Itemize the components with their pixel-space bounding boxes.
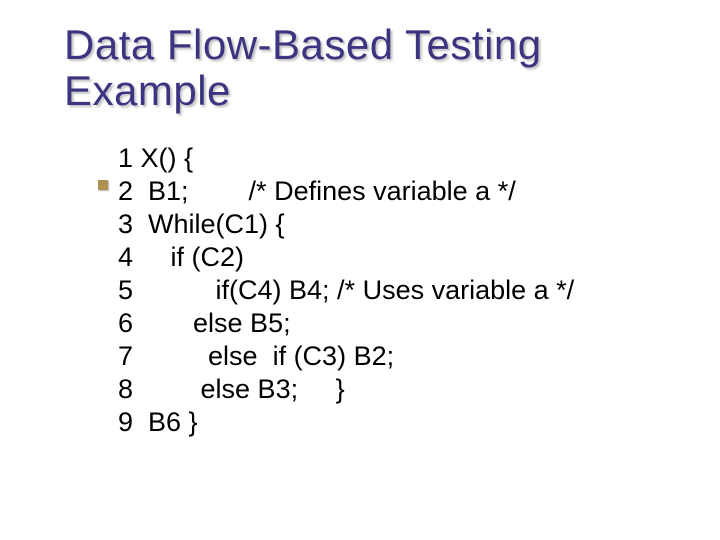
slide-title-line2: Example	[64, 68, 672, 114]
code-line-7: 7 else if (C3) B2;	[118, 340, 672, 373]
code-line-8: 8 else B3; }	[118, 373, 672, 406]
code-line-9: 9 B6 }	[118, 406, 672, 439]
code-line-1: 1 X() {	[118, 142, 672, 175]
code-line-2: 2 B1; /* Defines variable a */	[118, 175, 672, 208]
code-line-3: 3 While(C1) {	[118, 208, 672, 241]
slide-title-line1: Data Flow-Based Testing	[64, 22, 672, 68]
bullet-marker-icon	[98, 180, 108, 190]
title-block: Data Flow-Based Testing Example	[64, 22, 672, 114]
code-line-4: 4 if (C2)	[118, 241, 672, 274]
code-line-5: 5 if(C4) B4; /* Uses variable a */	[118, 274, 672, 307]
slide-container: Data Flow-Based Testing Example 1 X() { …	[0, 0, 720, 439]
code-line-6: 6 else B5;	[118, 307, 672, 340]
code-block: 1 X() { 2 B1; /* Defines variable a */ 3…	[64, 142, 672, 438]
